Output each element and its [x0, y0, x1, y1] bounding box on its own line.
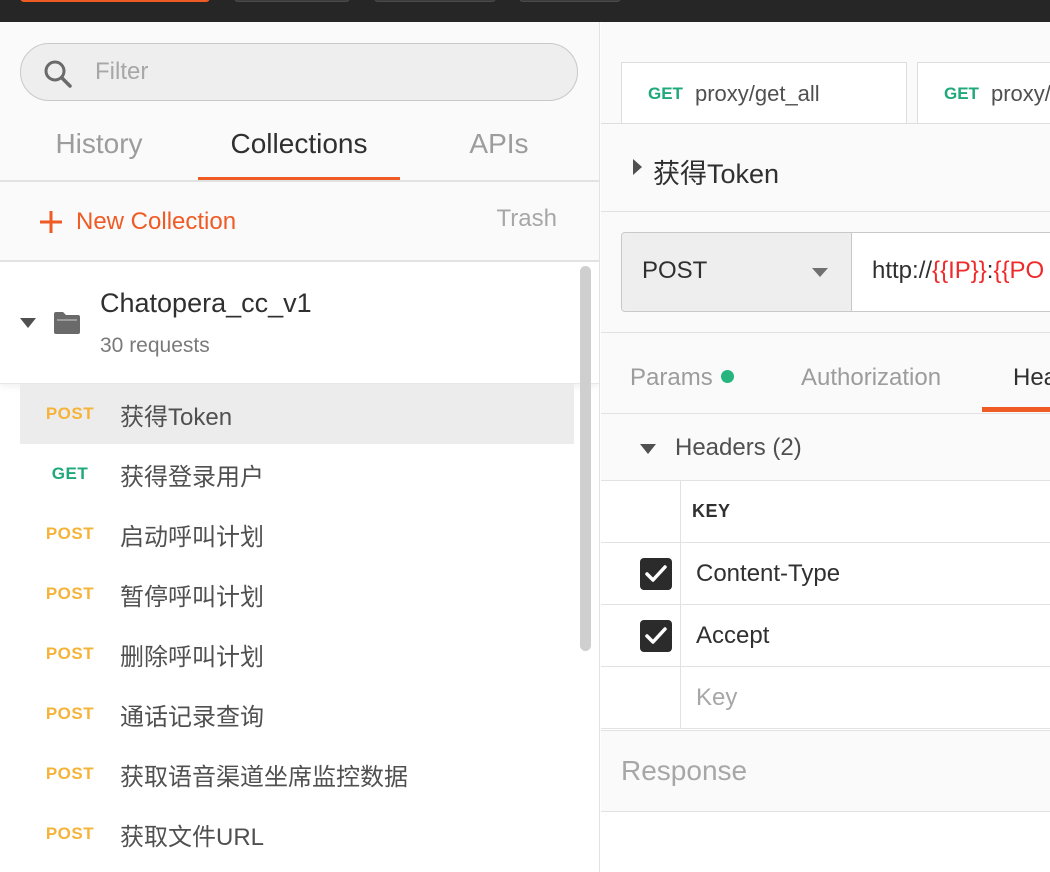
url-input[interactable]: http://{{IP}}:{{PO: [872, 257, 1044, 285]
url-bar: POST http://{{IP}}:{{PO: [621, 232, 1050, 312]
table-row: Key: [601, 667, 1050, 729]
filter-input[interactable]: [95, 52, 555, 92]
headers-title: Headers (2): [675, 434, 802, 461]
open-request-tab[interactable]: GET proxy/get_all: [621, 62, 907, 124]
row-checkbox[interactable]: [640, 620, 672, 652]
new-key-input[interactable]: Key: [696, 684, 737, 712]
tab-url: proxy/: [990, 80, 1050, 106]
collection-count: 30 requests: [100, 334, 210, 357]
toolbar-button[interactable]: [519, 0, 621, 2]
method-badge: POST: [45, 704, 95, 723]
header-key[interactable]: Accept: [696, 622, 769, 650]
method-badge: POST: [45, 824, 95, 843]
trash-link[interactable]: Trash: [497, 205, 557, 233]
tab-params-label: Params: [630, 364, 713, 391]
request-item[interactable]: POST 获取语音渠道坐席监控数据: [20, 744, 574, 804]
header-key[interactable]: Content-Type: [696, 560, 840, 588]
request-title-bar: 获得Token: [601, 124, 1050, 212]
url-variable: {{IP}}: [932, 257, 987, 284]
collection-header[interactable]: Chatopera_cc_v1 30 requests: [0, 262, 599, 384]
request-name: 获得Token: [120, 403, 233, 431]
tab-divider: [0, 180, 600, 182]
open-request-tab[interactable]: GET proxy/: [917, 62, 1050, 124]
method-badge: GET: [51, 464, 89, 483]
request-name: 获取语音渠道坐席监控数据: [120, 763, 408, 791]
column-divider: [680, 543, 681, 605]
divider: [601, 332, 1050, 333]
new-collection-button[interactable]: New Collection: [38, 202, 236, 242]
tab-params[interactable]: Params: [630, 364, 734, 392]
url-prefix: http://: [872, 257, 933, 284]
method-badge: POST: [45, 764, 95, 783]
method-badge: GET: [648, 83, 683, 103]
method-badge: POST: [45, 404, 95, 423]
response-title: Response: [621, 755, 748, 786]
tab-authorization[interactable]: Authorization: [801, 364, 941, 392]
key-column-header: KEY: [692, 501, 731, 521]
plus-icon: [40, 211, 62, 233]
column-divider: [680, 667, 681, 729]
sidebar-tabs: History Collections APIs: [0, 122, 600, 182]
url-variable: {{PO: [993, 257, 1045, 284]
app-toolbar: [0, 0, 1050, 22]
tab-url: proxy/get_all: [694, 80, 820, 106]
table-row: Accept: [601, 605, 1050, 667]
tab-history[interactable]: History: [38, 122, 160, 182]
request-name: 删除呼叫计划: [120, 643, 264, 671]
table-row: Content-Type: [601, 543, 1050, 605]
toolbar-button[interactable]: [374, 0, 496, 2]
active-tab-indicator: [982, 407, 1050, 412]
column-divider: [680, 605, 681, 667]
toolbar-new-button[interactable]: [20, 0, 210, 2]
method-select[interactable]: POST: [622, 233, 852, 311]
collection-list: Chatopera_cc_v1 30 requests POST 获得Token…: [0, 260, 599, 872]
request-name: 获得登录用户: [120, 463, 264, 491]
method-badge: GET: [944, 83, 979, 103]
sidebar: History Collections APIs New Collection …: [0, 22, 600, 872]
method-badge: POST: [45, 524, 95, 543]
tab-headers[interactable]: Hea: [1013, 364, 1050, 392]
tab-collections[interactable]: Collections: [198, 122, 400, 182]
request-item[interactable]: POST 启动呼叫计划: [20, 504, 574, 564]
headers-section-header[interactable]: Headers (2): [601, 414, 1050, 480]
check-icon: [645, 627, 667, 644]
request-item[interactable]: POST 暂停呼叫计划: [20, 564, 574, 624]
response-section: Response: [601, 730, 1050, 812]
method-badge: POST: [45, 584, 95, 603]
request-subtabs: Params Authorization Hea: [601, 352, 1050, 414]
chevron-down-icon: [812, 268, 828, 277]
request-item[interactable]: POST 获取文件URL: [20, 804, 574, 864]
request-name: 通话记录查询: [120, 703, 264, 731]
check-icon: [645, 565, 667, 582]
request-name: 启动呼叫计划: [120, 523, 264, 551]
request-title: 获得Token: [653, 159, 780, 189]
table-header-row: KEY: [601, 481, 1050, 543]
search-icon: [44, 60, 72, 88]
chevron-down-icon: [640, 444, 656, 454]
sidebar-scrollbar[interactable]: [580, 266, 591, 651]
filter-box[interactable]: [20, 43, 578, 101]
collection-name: Chatopera_cc_v1: [100, 288, 312, 318]
request-pane: GET proxy/get_all GET proxy/ 获得Token POS…: [601, 22, 1050, 872]
request-item[interactable]: POST 删除呼叫计划: [20, 624, 574, 684]
new-collection-label: New Collection: [76, 208, 237, 235]
row-checkbox[interactable]: [640, 558, 672, 590]
request-name: 获取文件URL: [120, 823, 265, 851]
column-divider: [680, 481, 681, 543]
request-item[interactable]: POST 通话记录查询: [20, 684, 574, 744]
toolbar-button[interactable]: [234, 0, 350, 2]
folder-icon: [54, 312, 80, 334]
headers-table: KEY Content-Type Accept Key: [601, 480, 1050, 730]
request-item[interactable]: POST 获得Token: [20, 384, 574, 444]
tab-apis[interactable]: APIs: [452, 122, 546, 182]
method-value: POST: [642, 257, 708, 284]
method-badge: POST: [45, 644, 95, 663]
chevron-down-icon[interactable]: [20, 318, 36, 328]
status-dot: [720, 370, 734, 384]
chevron-right-icon[interactable]: [633, 159, 642, 175]
response-body: [601, 812, 1050, 872]
request-name: 暂停呼叫计划: [120, 583, 264, 611]
request-item[interactable]: GET 获得登录用户: [20, 444, 574, 504]
